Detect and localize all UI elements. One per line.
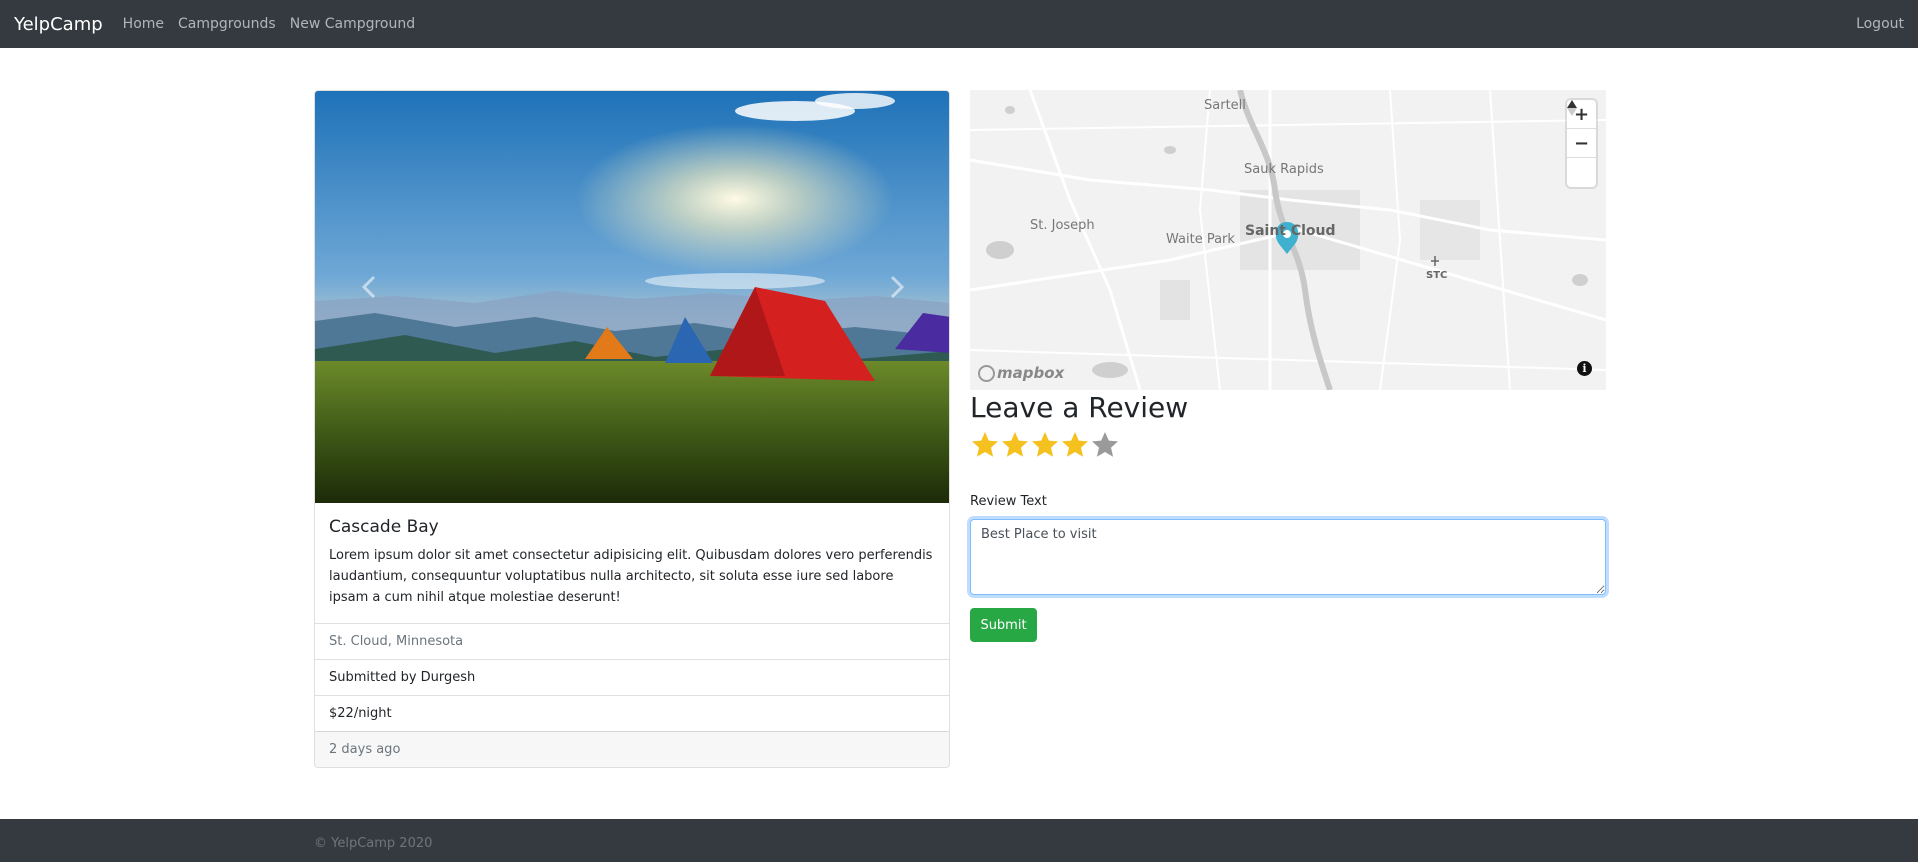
mapbox-logo[interactable]: mapbox xyxy=(978,364,1064,382)
review-textarea[interactable]: Best Place to visit xyxy=(970,519,1606,595)
logout-link[interactable]: Logout xyxy=(1856,16,1904,32)
campground-map[interactable]: Sartell Sauk Rapids St. Joseph Waite Par… xyxy=(970,90,1606,390)
zoom-out-button[interactable]: − xyxy=(1567,129,1596,158)
map-label-st-joseph: St. Joseph xyxy=(1030,218,1095,233)
compass-button[interactable] xyxy=(1567,100,1596,187)
campground-card: Cascade Bay Lorem ipsum dolor sit amet c… xyxy=(314,90,950,768)
carousel-prev-button[interactable] xyxy=(349,267,389,307)
mapbox-circle-icon xyxy=(978,364,995,382)
nav-link-campgrounds[interactable]: Campgrounds xyxy=(178,16,276,32)
map-label-waite-park: Waite Park xyxy=(1166,232,1235,247)
campground-title: Cascade Bay xyxy=(329,517,439,537)
map-canvas[interactable] xyxy=(970,90,1606,390)
nav-link-home[interactable]: Home xyxy=(123,16,164,32)
map-zoom-controls: + − xyxy=(1567,100,1596,187)
carousel-next-button[interactable] xyxy=(877,267,917,307)
campground-price: $22/night xyxy=(315,695,949,731)
star-icon[interactable] xyxy=(1090,430,1120,460)
map-label-sauk-rapids: Sauk Rapids xyxy=(1244,162,1324,177)
chevron-left-icon xyxy=(361,275,376,299)
star-rating[interactable] xyxy=(970,430,1120,460)
campground-author: Submitted by Durgesh xyxy=(315,659,949,695)
campground-posted-time: 2 days ago xyxy=(315,731,949,767)
review-heading: Leave a Review xyxy=(970,391,1189,424)
navbar: YelpCamp Home Campgrounds New Campground… xyxy=(0,0,1918,48)
card-body: Cascade Bay Lorem ipsum dolor sit amet c… xyxy=(315,503,949,623)
brand-logo[interactable]: YelpCamp xyxy=(14,14,103,35)
star-icon[interactable] xyxy=(1000,430,1030,460)
submit-button[interactable]: Submit xyxy=(970,608,1037,642)
mapbox-wordmark: mapbox xyxy=(997,364,1065,382)
info-icon[interactable]: i xyxy=(1577,361,1592,376)
footer-copyright: © YelpCamp 2020 xyxy=(314,836,433,851)
nav-link-new-campground[interactable]: New Campground xyxy=(290,16,415,32)
map-label-saint-cloud: Saint Cloud xyxy=(1245,223,1336,239)
image-carousel xyxy=(315,91,949,503)
review-text-label: Review Text xyxy=(970,494,1047,509)
campground-description: Lorem ipsum dolor sit amet consectetur a… xyxy=(329,548,933,605)
campground-photo xyxy=(315,91,949,503)
map-label-stc: STC xyxy=(1426,270,1448,281)
map-label-sartell: Sartell xyxy=(1204,98,1246,113)
star-icon[interactable] xyxy=(970,430,1000,460)
chevron-right-icon xyxy=(890,275,905,299)
star-icon[interactable] xyxy=(1030,430,1060,460)
footer: © YelpCamp 2020 xyxy=(0,819,1918,862)
campground-location: St. Cloud, Minnesota xyxy=(315,623,949,659)
compass-icon xyxy=(1567,100,1577,116)
star-icon[interactable] xyxy=(1060,430,1090,460)
